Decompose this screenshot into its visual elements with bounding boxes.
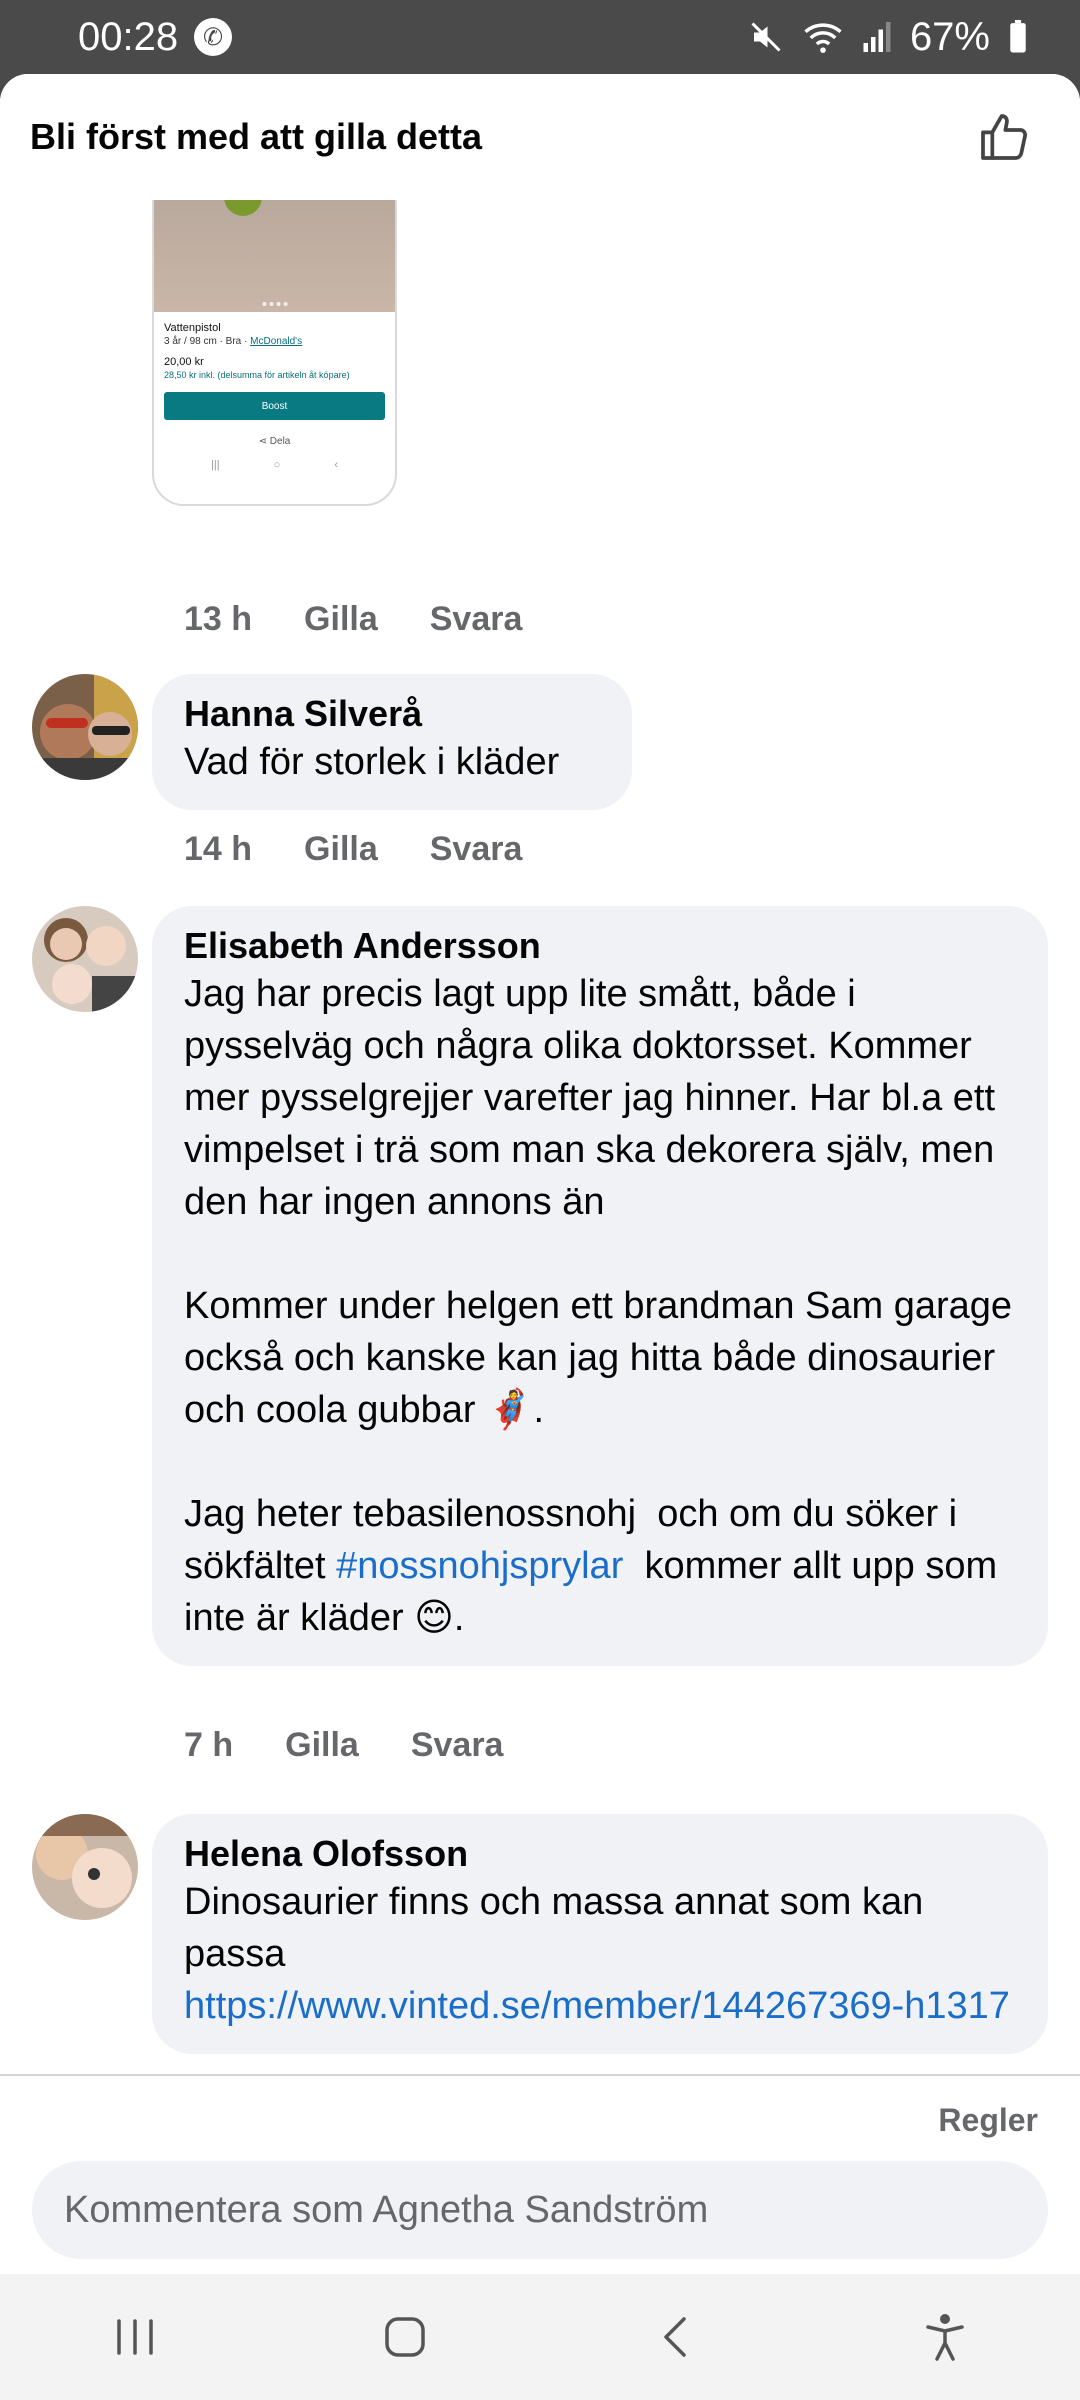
comment-author[interactable]: Helena Olofsson <box>184 1832 1018 1876</box>
signal-icon <box>862 20 892 54</box>
recent-apps-icon[interactable] <box>65 2287 205 2387</box>
back-icon[interactable] <box>605 2287 745 2387</box>
comment-paragraph-3: Jag heter tebasilenossnohj och om du sök… <box>184 1488 1018 1644</box>
attachment-price: 20,00 kr <box>164 356 204 368</box>
reply-button[interactable]: Svara <box>430 600 523 639</box>
comment-time: 13 h <box>184 600 253 638</box>
comment-paragraph-3-end: . <box>453 1597 465 1639</box>
attachment-price-incl: 28,50 kr inkl. (delsumma för artikeln åt… <box>164 370 350 380</box>
accessibility-icon[interactable] <box>875 2287 1015 2387</box>
avatar[interactable] <box>32 906 138 1012</box>
smile-emoji: 😊 <box>414 1597 454 1639</box>
like-button[interactable]: Gilla <box>304 830 378 869</box>
attachment-brand: McDonald's <box>250 336 303 347</box>
attachment-image[interactable]: Vattenpistol 3 år / 98 cm · Bra · McDona… <box>152 200 397 506</box>
attachment-photo <box>154 200 395 312</box>
like-button[interactable]: Gilla <box>285 1726 359 1765</box>
hashtag-link[interactable]: #nossnohjsprylar <box>336 1545 623 1587</box>
attachment-navbar: ||| ○ ‹ <box>211 459 338 471</box>
likes-title: Bli först med att gilla detta <box>30 116 483 157</box>
attachment-item-meta: 3 år / 98 cm · Bra · <box>164 336 248 347</box>
rules-link[interactable]: Regler <box>938 2102 1038 2139</box>
comment-text: Dinosaurier finns och massa annat som ka… <box>184 1881 934 1975</box>
comment-bubble: Hanna Silverå Vad för storlek i kläder <box>152 674 632 810</box>
attachment-details: Vattenpistol 3 år / 98 cm · Bra · McDona… <box>154 312 395 382</box>
comment-list: Vattenpistol 3 år / 98 cm · Bra · McDona… <box>0 200 1080 2074</box>
status-right: 67% <box>748 15 1028 60</box>
battery-percent: 67% <box>909 14 990 59</box>
avatar[interactable] <box>32 674 138 780</box>
system-navbar <box>0 2274 1080 2400</box>
clock: 00:28 <box>78 14 179 59</box>
mute-icon <box>748 19 784 55</box>
comment-paragraph-2-end: . <box>533 1389 544 1431</box>
attachment-item-title: Vattenpistol <box>164 322 221 334</box>
battery-icon <box>1008 20 1028 54</box>
thumbs-up-icon[interactable] <box>970 103 1038 171</box>
comment-text: Vad för storlek i kläder <box>184 741 560 783</box>
vinted-link[interactable]: https://www.vinted.se/member/144267369-h… <box>184 1980 1018 2032</box>
comment-author[interactable]: Elisabeth Andersson <box>184 924 1018 968</box>
home-icon[interactable] <box>335 2287 475 2387</box>
comment-paragraph-2-text: Kommer under helgen ett brandman Sam gar… <box>184 1285 1023 1431</box>
status-left: 00:28 ✆ <box>78 14 233 60</box>
comment-footer: Regler <box>0 2074 1080 2274</box>
comment-bubble: Helena Olofsson Dinosaurier finns och ma… <box>152 1814 1048 2054</box>
comment-actions: 7 h Gilla Svara <box>184 1726 503 1765</box>
wifi-icon <box>802 19 844 55</box>
attachment-share: ⋖ Dela <box>258 436 291 447</box>
avatar[interactable] <box>32 1814 138 1920</box>
attachment-share-label: Dela <box>269 436 291 447</box>
phone-call-icon: ✆ <box>194 18 233 56</box>
comment-actions: 14 h Gilla Svara <box>184 830 522 869</box>
like-button[interactable]: Gilla <box>304 600 378 639</box>
status-bar: 00:28 ✆ 67% <box>0 0 1080 74</box>
sheet-header: Bli först med att gilla detta <box>0 74 1080 200</box>
reply-button[interactable]: Svara <box>411 1726 504 1765</box>
superhero-emoji: 🦸 <box>486 1389 534 1431</box>
comment-bubble: Elisabeth Andersson Jag har precis lagt … <box>152 906 1048 1666</box>
comment-input[interactable] <box>32 2161 1048 2259</box>
reply-button[interactable]: Svara <box>430 830 523 869</box>
attachment-boost-button: Boost <box>164 392 385 420</box>
comment-paragraph-2: Kommer under helgen ett brandman Sam gar… <box>184 1280 1018 1436</box>
comment-time: 7 h <box>184 1726 234 1764</box>
comment-paragraph-1: Jag har precis lagt upp lite smått, både… <box>184 973 1006 1223</box>
comment-time: 14 h <box>184 830 253 868</box>
comment-actions: 13 h Gilla Svara <box>184 600 522 639</box>
comments-sheet: Bli först med att gilla detta Vattenpist… <box>0 74 1080 2274</box>
comment-author[interactable]: Hanna Silverå <box>184 692 602 736</box>
